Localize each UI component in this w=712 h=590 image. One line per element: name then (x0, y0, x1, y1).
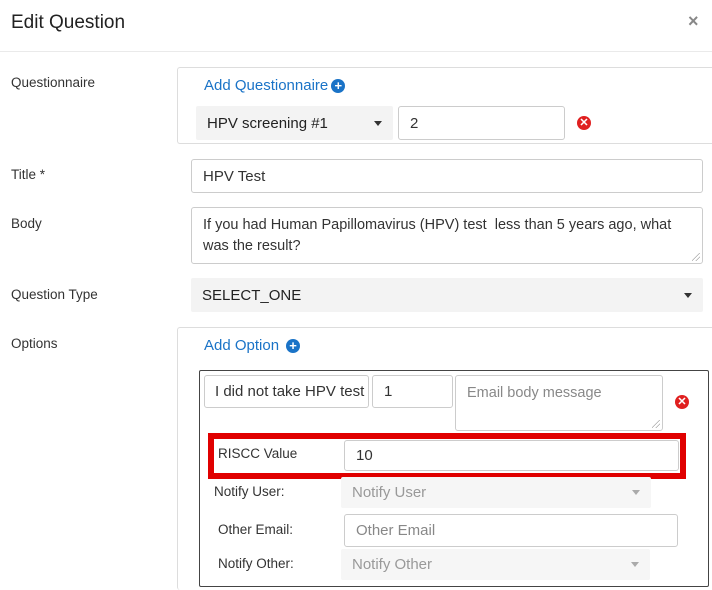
add-questionnaire-button[interactable]: Add Questionnaire + (204, 77, 346, 94)
header-divider (0, 51, 712, 52)
remove-questionnaire-icon[interactable]: ✕ (577, 116, 591, 130)
notify-user-placeholder: Notify User (352, 484, 427, 501)
option-order-value: 1 (384, 383, 393, 400)
remove-option-icon[interactable]: ✕ (675, 395, 689, 409)
options-label: Options (11, 336, 58, 351)
question-type-select[interactable]: SELECT_ONE (191, 278, 703, 312)
questionnaire-order-input[interactable]: 2 (398, 106, 565, 140)
riscc-value-input[interactable]: 10 (344, 440, 679, 471)
riscc-value: 10 (356, 447, 373, 464)
caret-down-icon (632, 490, 640, 495)
close-icon[interactable]: × (688, 11, 699, 32)
email-body-textarea[interactable]: Email body message (455, 375, 663, 431)
title-value: HPV Test (203, 167, 266, 185)
email-body-placeholder: Email body message (467, 385, 602, 401)
question-type-label: Question Type (11, 287, 98, 302)
option-text-value: I did not take HPV test (215, 383, 365, 400)
other-email-input[interactable]: Other Email (344, 514, 678, 547)
riscc-label: RISCC Value (218, 446, 298, 461)
title-input[interactable]: HPV Test (191, 159, 703, 193)
question-type-selected: SELECT_ONE (202, 286, 302, 304)
add-option-label: Add Option (204, 337, 280, 354)
notify-other-label: Notify Other: (218, 556, 294, 571)
body-value: If you had Human Papillomavirus (HPV) te… (203, 217, 676, 254)
other-email-placeholder: Other Email (356, 522, 436, 539)
option-order-input[interactable]: 1 (372, 375, 453, 408)
dialog-title: Edit Question (11, 12, 126, 33)
caret-down-icon (684, 292, 692, 298)
questionnaire-order-value: 2 (410, 114, 419, 132)
resize-handle-icon[interactable] (652, 420, 660, 428)
option-text-input[interactable]: I did not take HPV test (204, 375, 369, 408)
plus-circle-icon: + (286, 338, 301, 353)
questionnaire-selected: HPV screening #1 (207, 114, 328, 132)
questionnaire-select[interactable]: HPV screening #1 (196, 106, 393, 140)
notify-user-label: Notify User: (214, 484, 285, 499)
resize-handle-icon[interactable] (692, 253, 700, 261)
add-option-button[interactable]: Add Option + (204, 337, 301, 354)
title-label: Title * (11, 167, 46, 182)
other-email-label: Other Email: (218, 522, 294, 537)
body-textarea[interactable]: If you had Human Papillomavirus (HPV) te… (191, 207, 703, 264)
caret-down-icon (374, 120, 382, 126)
plus-circle-icon: + (331, 78, 346, 93)
questionnaire-label: Questionnaire (11, 75, 96, 90)
notify-user-select[interactable]: Notify User (341, 477, 651, 508)
notify-other-placeholder: Notify Other (352, 556, 433, 573)
body-label: Body (11, 216, 42, 231)
caret-down-icon (631, 562, 639, 567)
notify-other-select[interactable]: Notify Other (341, 549, 650, 580)
add-questionnaire-label: Add Questionnaire (204, 77, 329, 94)
